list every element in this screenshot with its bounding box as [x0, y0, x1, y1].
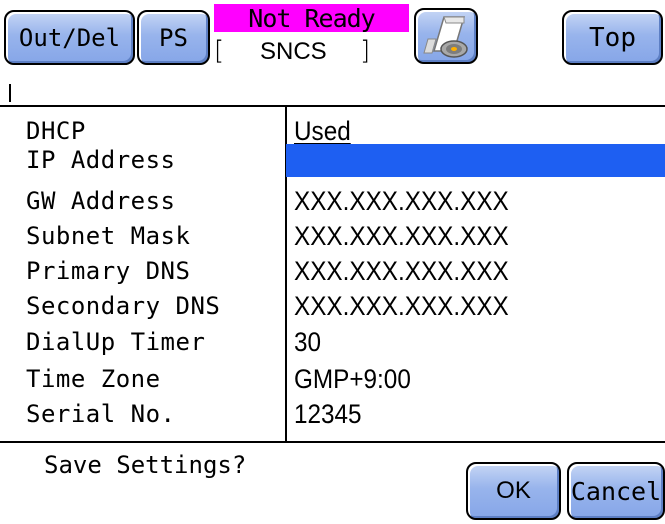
setting-value: XXX.XXX.XXX.XXX — [294, 186, 509, 216]
cancel-label: Cancel — [570, 476, 662, 506]
ps-label: PS — [159, 23, 188, 52]
setting-value: GMP+9:00 — [294, 364, 411, 394]
setting-row-serial-no[interactable]: Serial No. 12345 — [0, 396, 665, 432]
save-settings-prompt: Save Settings? — [44, 451, 247, 479]
setting-label: IP Address — [26, 146, 176, 174]
setting-label: GW Address — [26, 187, 176, 215]
paper-roll-icon — [423, 16, 468, 58]
setting-row-time-zone[interactable]: Time Zone GMP+9:00 — [0, 361, 665, 397]
setting-row-subnet-mask[interactable]: Subnet Mask XXX.XXX.XXX.XXX — [0, 218, 665, 254]
status-text: Not Ready — [248, 3, 375, 33]
out-del-label: Out/Del — [18, 23, 121, 52]
mode-text: SNCS — [260, 38, 327, 65]
mode-bracket-left: [ — [214, 36, 225, 66]
out-del-button[interactable]: Out/Del — [4, 10, 135, 65]
setting-value-selected[interactable] — [286, 144, 665, 177]
status-badge: Not Ready — [214, 3, 409, 33]
setting-row-ip-address[interactable]: IP Address — [0, 142, 665, 178]
setting-value: XXX.XXX.XXX.XXX — [294, 221, 509, 251]
setting-value: 12345 — [294, 399, 362, 429]
ps-button[interactable]: PS — [137, 10, 210, 65]
setting-label: DialUp Timer — [26, 328, 206, 356]
setting-value: 30 — [294, 327, 322, 357]
header-divider — [9, 84, 11, 102]
table-bottom-rule — [0, 441, 665, 443]
top-label: Top — [589, 22, 636, 53]
setting-row-primary-dns[interactable]: Primary DNS XXX.XXX.XXX.XXX — [0, 253, 665, 289]
setting-row-secondary-dns[interactable]: Secondary DNS XXX.XXX.XXX.XXX — [0, 288, 665, 324]
setting-value: XXX.XXX.XXX.XXX — [294, 291, 509, 321]
setting-label: Time Zone — [26, 365, 161, 393]
setting-value: XXX.XXX.XXX.XXX — [294, 256, 509, 286]
table-top-rule — [0, 105, 665, 107]
setting-label: Serial No. — [26, 400, 176, 428]
setting-label: Secondary DNS — [26, 292, 221, 320]
ok-button[interactable]: OK — [466, 462, 561, 520]
setting-label: Subnet Mask — [26, 222, 191, 250]
setting-row-dialup-timer[interactable]: DialUp Timer 30 — [0, 324, 665, 360]
printer-button[interactable] — [414, 8, 478, 64]
setting-row-gw-address[interactable]: GW Address XXX.XXX.XXX.XXX — [0, 183, 665, 219]
mode-indicator: [ SNCS ] — [214, 34, 404, 68]
ok-label: OK — [496, 477, 531, 504]
mode-bracket-right: ] — [360, 36, 371, 66]
setting-label: Primary DNS — [26, 257, 191, 285]
top-button[interactable]: Top — [562, 10, 663, 65]
cancel-button[interactable]: Cancel — [567, 462, 665, 520]
